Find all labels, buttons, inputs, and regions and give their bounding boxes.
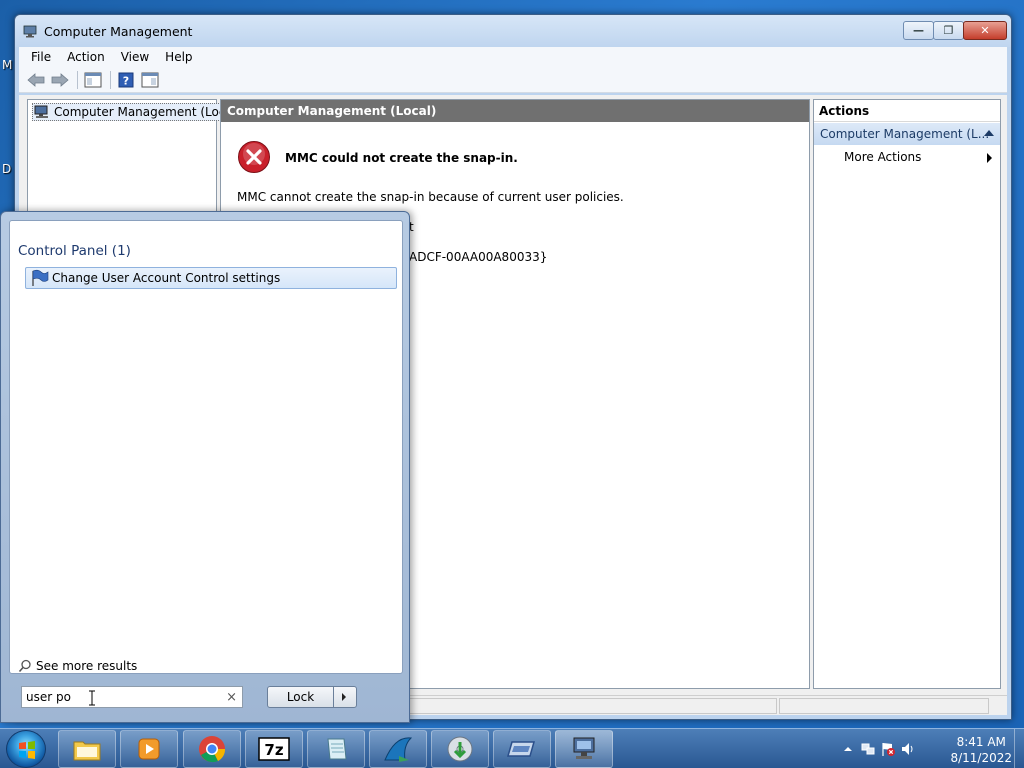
taskbar-app-7zip[interactable]: 7z xyxy=(245,730,303,768)
wireshark-fin-icon xyxy=(384,737,413,762)
desktop-icon-label[interactable]: D xyxy=(2,162,11,176)
result-pane-header: Computer Management (Local) xyxy=(221,100,809,122)
windows-logo-icon xyxy=(19,741,35,759)
forward-button[interactable] xyxy=(49,70,71,90)
forward-arrow-icon xyxy=(51,72,69,87)
error-message: MMC cannot create the snap-in because of… xyxy=(237,190,624,204)
error-title: MMC could not create the snap-in. xyxy=(285,151,518,165)
taskbar-app-wireshark[interactable] xyxy=(369,730,427,768)
virtual-drive-icon xyxy=(507,741,535,757)
start-menu: Control Panel (1) Change User Account Co… xyxy=(0,211,410,723)
submenu-arrow-icon xyxy=(987,153,992,163)
error-clsid-fragment: ADCF-00AA00A80033} xyxy=(409,250,548,264)
more-actions-item[interactable]: More Actions xyxy=(814,145,1000,167)
lock-button-label: Lock xyxy=(268,687,334,707)
back-arrow-icon xyxy=(27,72,45,87)
notepad-icon xyxy=(327,738,347,760)
back-button[interactable] xyxy=(25,70,47,90)
system-clock[interactable]: 8:41 AM 8/11/2022 xyxy=(950,734,1012,766)
minimize-button[interactable]: — xyxy=(903,21,934,40)
console-tree-icon xyxy=(84,72,102,87)
clear-search-icon[interactable]: × xyxy=(226,690,237,705)
start-search-input[interactable] xyxy=(26,689,216,705)
menu-bar: File Action View Help xyxy=(19,47,1007,67)
search-result-item[interactable]: Change User Account Control settings xyxy=(25,267,397,289)
7zip-icon: 7z xyxy=(258,737,290,761)
taskbar-app-installer[interactable] xyxy=(431,730,489,768)
show-hidden-icons-icon[interactable] xyxy=(840,741,856,757)
window-title: Computer Management xyxy=(44,24,193,39)
clock-time: 8:41 AM xyxy=(956,735,1006,749)
menu-help[interactable]: Help xyxy=(157,50,200,64)
show-hide-console-tree-button[interactable] xyxy=(82,70,104,90)
menu-file[interactable]: File xyxy=(23,50,59,64)
error-icon xyxy=(238,141,270,173)
actions-pane: Actions Computer Management (L... More A… xyxy=(813,99,1001,689)
start-button[interactable] xyxy=(6,730,46,768)
toolbar: ? xyxy=(19,67,1007,93)
media-player-icon xyxy=(138,738,160,760)
lock-button[interactable]: Lock xyxy=(267,686,357,708)
tree-item-label: Computer Management (Local xyxy=(54,105,237,119)
menu-view[interactable]: View xyxy=(113,50,157,64)
see-more-results-link[interactable]: See more results xyxy=(18,659,137,673)
minimize-icon: — xyxy=(913,24,924,37)
toolbar-separator xyxy=(77,70,78,89)
clock-date: 8/11/2022 xyxy=(950,751,1012,765)
taskbar-app-windows-explorer[interactable] xyxy=(58,730,116,768)
chrome-icon xyxy=(199,736,226,763)
svg-text:?: ? xyxy=(123,74,129,87)
taskbar-app-notepad[interactable] xyxy=(307,730,365,768)
taskbar-app-virtual-drive[interactable] xyxy=(493,730,551,768)
tree-item-computer-management[interactable]: Computer Management (Local xyxy=(32,103,240,121)
title-bar[interactable]: Computer Management — ❐ ✕ xyxy=(15,15,1011,47)
start-search-box[interactable]: × xyxy=(21,686,243,708)
actions-header: Actions xyxy=(814,100,1000,122)
show-desktop-button[interactable] xyxy=(1014,729,1024,768)
show-hide-action-pane-button[interactable] xyxy=(139,70,161,90)
taskbar-app-computer-management[interactable] xyxy=(555,730,613,768)
see-more-results-label: See more results xyxy=(36,659,138,673)
svg-text:7z: 7z xyxy=(264,741,283,759)
installer-disc-icon xyxy=(447,736,473,762)
maximize-button[interactable]: ❐ xyxy=(933,21,964,40)
status-segment xyxy=(779,698,989,714)
notification-area: 8:41 AM 8/11/2022 xyxy=(834,729,1024,768)
help-icon: ? xyxy=(118,72,134,87)
desktop-icon-label[interactable]: M xyxy=(2,58,12,72)
shutdown-options-arrow-icon[interactable] xyxy=(334,687,356,707)
uac-flag-icon xyxy=(32,269,49,286)
text-cursor-icon xyxy=(89,690,95,706)
action-pane-icon xyxy=(141,72,159,87)
search-results-panel: Control Panel (1) Change User Account Co… xyxy=(9,220,403,674)
close-icon: ✕ xyxy=(980,24,990,37)
toolbar-separator xyxy=(110,70,111,89)
actions-section-computer-management[interactable]: Computer Management (L... xyxy=(814,123,1000,145)
help-button[interactable]: ? xyxy=(115,70,137,90)
close-button[interactable]: ✕ xyxy=(963,21,1007,40)
taskbar-app-chrome[interactable] xyxy=(183,730,241,768)
restore-icon: ❐ xyxy=(943,24,954,37)
computer-management-icon xyxy=(23,25,37,38)
menu-action[interactable]: Action xyxy=(59,50,113,64)
computer-icon xyxy=(34,105,48,118)
taskbar: 7z 8:41 AM 8/11/2022 xyxy=(0,728,1024,768)
search-result-label: Change User Account Control settings xyxy=(52,271,281,285)
network-icon[interactable] xyxy=(860,741,876,757)
action-center-flag-icon[interactable] xyxy=(880,741,896,757)
more-actions-label: More Actions xyxy=(844,150,922,164)
actions-section-label: Computer Management (L... xyxy=(820,127,990,141)
collapse-icon xyxy=(984,130,994,136)
taskbar-app-media-player[interactable] xyxy=(120,730,178,768)
results-category-header[interactable]: Control Panel (1) xyxy=(18,243,131,259)
search-icon xyxy=(18,659,31,673)
computer-management-icon xyxy=(573,737,595,759)
volume-icon[interactable] xyxy=(900,741,916,757)
folder-icon xyxy=(73,741,101,761)
